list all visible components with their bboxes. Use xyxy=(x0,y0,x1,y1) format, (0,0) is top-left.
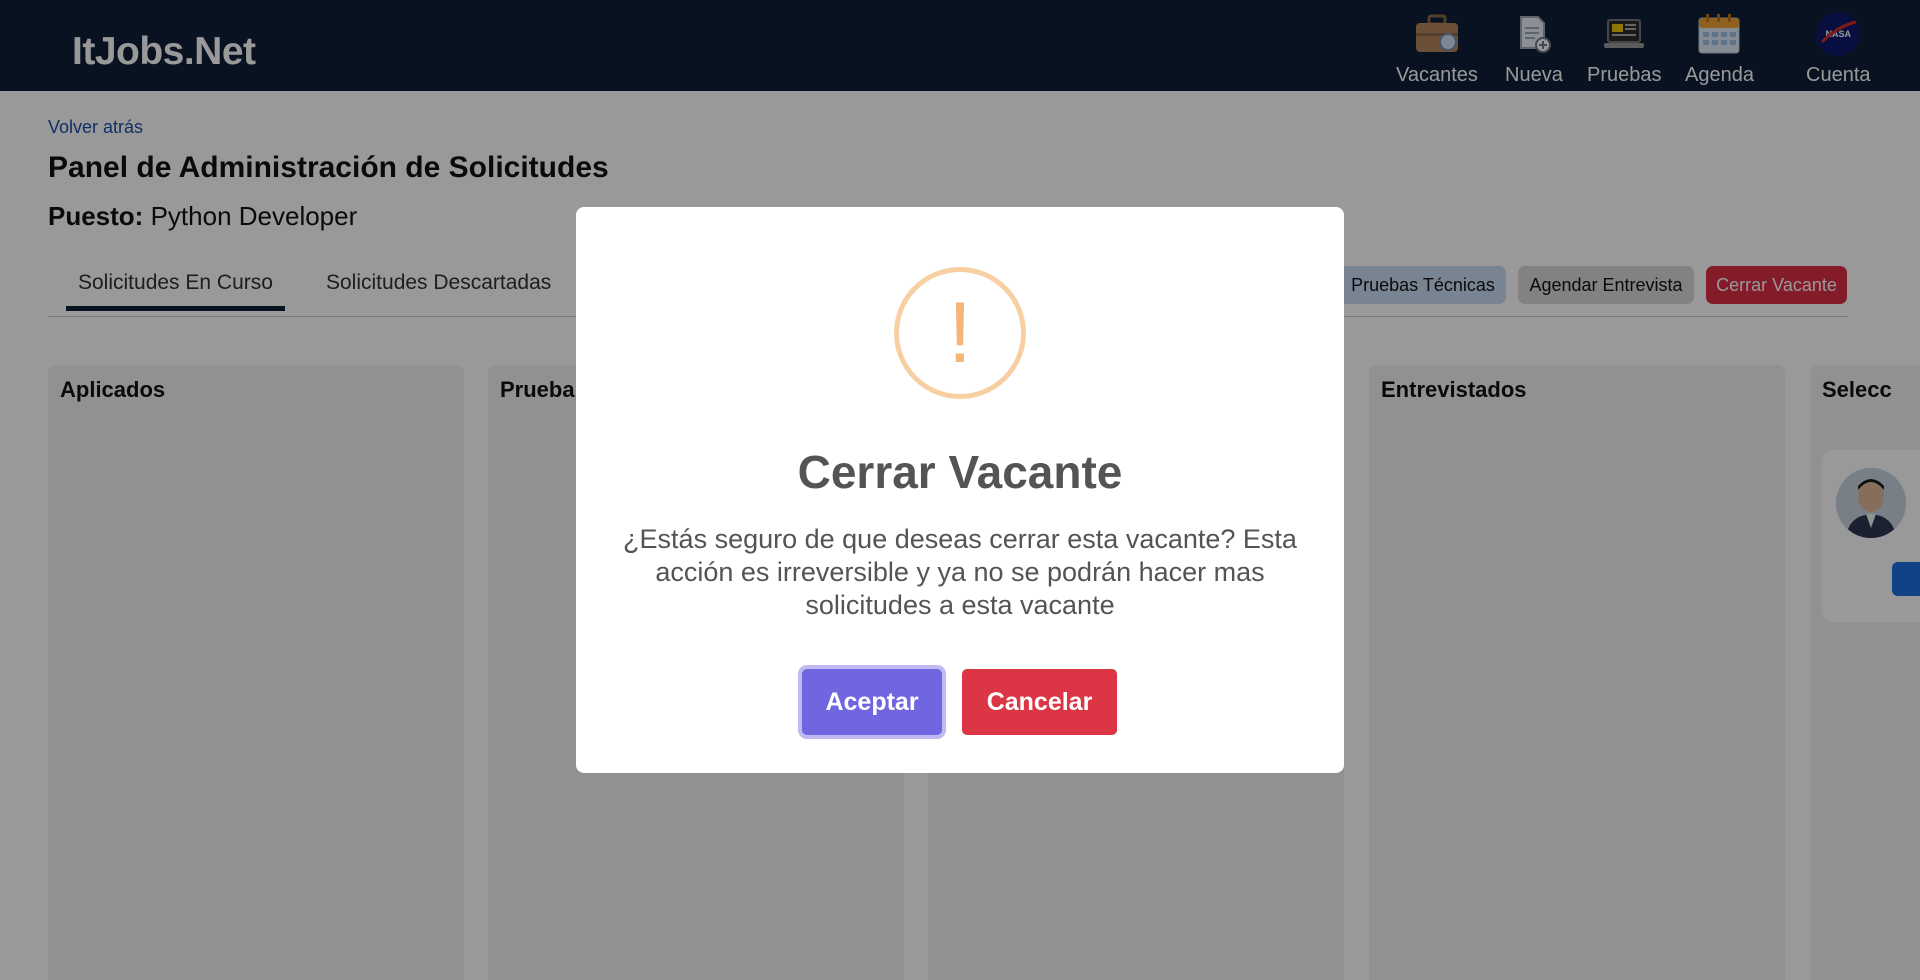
confirm-button[interactable]: Aceptar xyxy=(802,669,942,735)
modal-backdrop[interactable]: ! Cerrar Vacante ¿Estás seguro de que de… xyxy=(0,0,1920,980)
cancel-button[interactable]: Cancelar xyxy=(962,669,1117,735)
warning-icon: ! xyxy=(894,267,1026,399)
warning-glyph: ! xyxy=(948,285,972,381)
dialog-title: Cerrar Vacante xyxy=(797,446,1123,498)
dialog-message: ¿Estás seguro de que deseas cerrar esta … xyxy=(623,524,1297,620)
confirm-dialog: ! Cerrar Vacante ¿Estás seguro de que de… xyxy=(576,207,1344,773)
